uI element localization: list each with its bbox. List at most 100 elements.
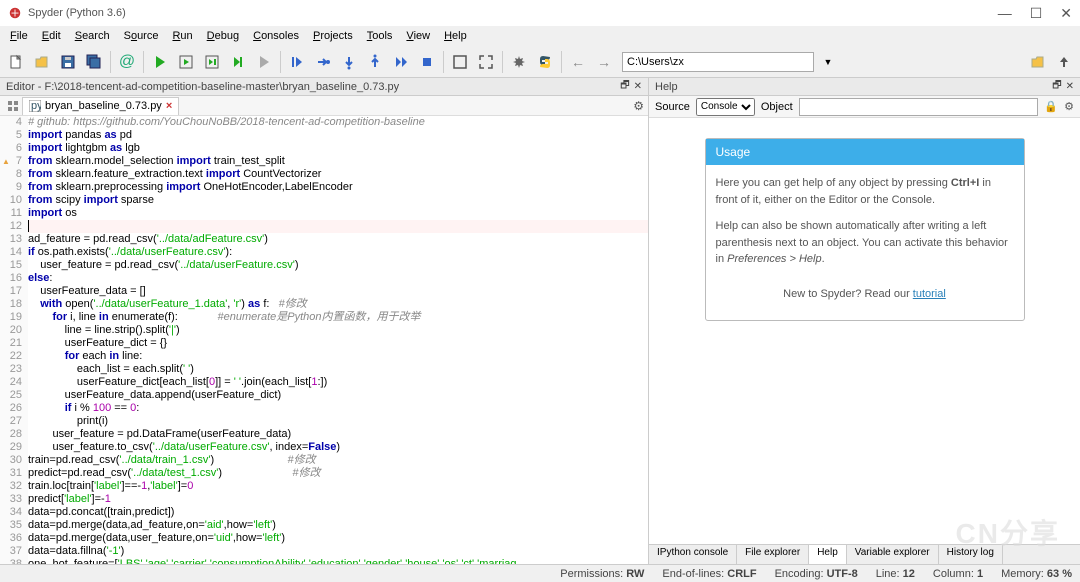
step-into-button[interactable] — [337, 50, 361, 74]
menu-help[interactable]: Help — [438, 28, 473, 44]
new-file-button[interactable] — [4, 50, 28, 74]
code-line[interactable]: 35data=pd.merge(data,ad_feature,on='aid'… — [0, 519, 648, 532]
tab-history-log[interactable]: History log — [939, 545, 1003, 564]
pane-undock-icon[interactable]: 🗗 — [620, 78, 629, 95]
code-line[interactable]: 19 for i, line in enumerate(f): #enumera… — [0, 311, 648, 324]
code-line[interactable]: 29 user_feature.to_csv('../data/userFeat… — [0, 441, 648, 454]
menu-run[interactable]: Run — [166, 28, 198, 44]
menu-source[interactable]: Source — [118, 28, 165, 44]
step-out-button[interactable] — [363, 50, 387, 74]
menu-file[interactable]: File — [4, 28, 34, 44]
code-line[interactable]: 28 user_feature = pd.DataFrame(userFeatu… — [0, 428, 648, 441]
code-line[interactable]: 4# github: https://github.com/YouChouNoB… — [0, 116, 648, 129]
code-line[interactable]: 14if os.path.exists('../data/userFeature… — [0, 246, 648, 259]
spyder-logo-icon — [8, 6, 22, 20]
at-button[interactable]: @ — [115, 50, 139, 74]
tab-ipython-console[interactable]: IPython console — [649, 545, 737, 564]
status-eol: End-of-lines: CRLF — [662, 568, 756, 580]
code-line[interactable]: 21 userFeature_dict = {} — [0, 337, 648, 350]
code-line[interactable]: 31predict=pd.read_csv('../data/test_1.cs… — [0, 467, 648, 480]
code-line[interactable]: 33predict['label']=-1 — [0, 493, 648, 506]
code-line[interactable]: 12 — [0, 220, 648, 233]
parent-dir-button[interactable] — [1052, 50, 1076, 74]
code-line[interactable]: 8from sklearn.feature_extraction.text im… — [0, 168, 648, 181]
pane-close-icon[interactable]: ✕ — [1066, 81, 1074, 92]
code-line[interactable]: 18 with open('../data/userFeature_1.data… — [0, 298, 648, 311]
pythonpath-button[interactable] — [533, 50, 557, 74]
code-line[interactable]: 15 user_feature = pd.read_csv('../data/u… — [0, 259, 648, 272]
tab-variable-explorer[interactable]: Variable explorer — [847, 545, 939, 564]
maximize-button[interactable]: ☐ — [1030, 5, 1043, 22]
tab-close-icon[interactable]: × — [166, 100, 172, 112]
right-pane-tabs: IPython consoleFile explorerHelpVariable… — [649, 544, 1080, 564]
tutorial-link[interactable]: tutorial — [913, 288, 946, 300]
lock-icon[interactable]: 🔒 — [1044, 100, 1058, 113]
minimize-button[interactable]: — — [998, 5, 1012, 22]
pane-close-icon[interactable]: ✕ — [634, 81, 642, 92]
tab-file-explorer[interactable]: File explorer — [737, 545, 809, 564]
code-line[interactable]: 38one_hot_feature=['LBS','age','carrier'… — [0, 558, 648, 564]
browse-dir-button[interactable] — [1026, 50, 1050, 74]
working-dir-input[interactable] — [622, 52, 814, 72]
menu-search[interactable]: Search — [69, 28, 116, 44]
code-line[interactable]: 6import lightgbm as lgb — [0, 142, 648, 155]
code-line[interactable]: 17 userFeature_data = [] — [0, 285, 648, 298]
file-tab[interactable]: py bryan_baseline_0.73.py × — [22, 97, 179, 115]
run-cell-button[interactable] — [174, 50, 198, 74]
code-line[interactable]: 26 if i % 100 == 0: — [0, 402, 648, 415]
menu-consoles[interactable]: Consoles — [247, 28, 305, 44]
forward-button[interactable]: → — [592, 50, 616, 74]
run-selection-button[interactable] — [226, 50, 250, 74]
menu-tools[interactable]: Tools — [361, 28, 399, 44]
run-button[interactable] — [148, 50, 172, 74]
code-line[interactable]: 27 print(i) — [0, 415, 648, 428]
run-cell-advance-button[interactable] — [200, 50, 224, 74]
path-dropdown-button[interactable]: ▼ — [816, 50, 840, 74]
code-line[interactable]: 11import os — [0, 207, 648, 220]
editor-options-icon[interactable]: ⚙ — [633, 99, 644, 113]
editor-pane: Editor - F:\2018-tencent-ad-competition-… — [0, 78, 649, 564]
code-line[interactable]: 30train=pd.read_csv('../data/train_1.csv… — [0, 454, 648, 467]
open-file-button[interactable] — [30, 50, 54, 74]
code-line[interactable]: 13ad_feature = pd.read_csv('../data/adFe… — [0, 233, 648, 246]
help-object-input[interactable] — [799, 98, 1039, 116]
pane-undock-icon[interactable]: 🗗 — [1052, 78, 1061, 95]
continue-button[interactable] — [389, 50, 413, 74]
debug-button[interactable] — [285, 50, 309, 74]
code-line[interactable]: 22 for each in line: — [0, 350, 648, 363]
menu-edit[interactable]: Edit — [36, 28, 67, 44]
help-source-select[interactable]: Console — [696, 98, 755, 116]
save-button[interactable] — [56, 50, 80, 74]
save-all-button[interactable] — [82, 50, 106, 74]
rerun-button[interactable] — [252, 50, 276, 74]
code-line[interactable]: 9from sklearn.preprocessing import OneHo… — [0, 181, 648, 194]
help-pane-title: Help — [655, 81, 1048, 93]
code-line[interactable]: 10from scipy import sparse — [0, 194, 648, 207]
code-line[interactable]: 5import pandas as pd — [0, 129, 648, 142]
code-line[interactable]: 23 each_list = each.split(' ') — [0, 363, 648, 376]
code-line[interactable]: 7from sklearn.model_selection import tra… — [0, 155, 648, 168]
code-line[interactable]: 36data=pd.merge(data,user_feature,on='ui… — [0, 532, 648, 545]
code-line[interactable]: 20 line = line.strip().split('|') — [0, 324, 648, 337]
file-switcher-button[interactable] — [4, 97, 22, 115]
code-line[interactable]: 32train.loc[train['label']==-1,'label']=… — [0, 480, 648, 493]
maximize-pane-button[interactable] — [448, 50, 472, 74]
code-line[interactable]: 34data=pd.concat([train,predict]) — [0, 506, 648, 519]
code-line[interactable]: 37data=data.fillna('-1') — [0, 545, 648, 558]
help-options-icon[interactable]: ⚙ — [1064, 100, 1074, 113]
code-editor[interactable]: 4# github: https://github.com/YouChouNoB… — [0, 116, 648, 564]
editor-pane-title: Editor - F:\2018-tencent-ad-competition-… — [6, 81, 616, 93]
menu-debug[interactable]: Debug — [201, 28, 245, 44]
code-line[interactable]: 16else: — [0, 272, 648, 285]
menu-projects[interactable]: Projects — [307, 28, 359, 44]
stop-debug-button[interactable] — [415, 50, 439, 74]
code-line[interactable]: 25 userFeature_data.append(userFeature_d… — [0, 389, 648, 402]
preferences-button[interactable] — [507, 50, 531, 74]
step-button[interactable] — [311, 50, 335, 74]
code-line[interactable]: 24 userFeature_dict[each_list[0]] = ' '.… — [0, 376, 648, 389]
tab-help[interactable]: Help — [809, 545, 847, 564]
fullscreen-button[interactable] — [474, 50, 498, 74]
menu-view[interactable]: View — [400, 28, 436, 44]
close-button[interactable]: ✕ — [1060, 5, 1072, 22]
back-button[interactable]: ← — [566, 50, 590, 74]
